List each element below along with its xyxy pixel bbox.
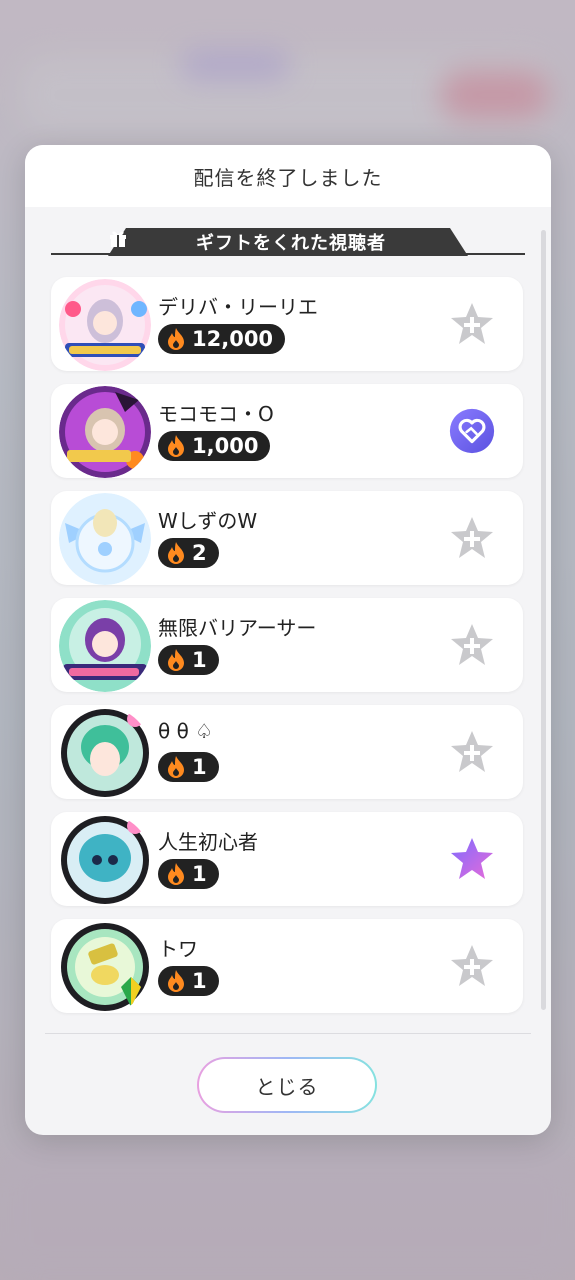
viewer-name: デリバ・リーリエ: [158, 295, 318, 319]
viewer-row[interactable]: トワ 1: [51, 919, 523, 1013]
viewer-row[interactable]: デリバ・リーリエ 12,000: [51, 277, 523, 371]
gift-viewer-list: デリバ・リーリエ 12,000 モコモコ・O 1,000 WしずのW 2 無限バ…: [51, 277, 523, 1026]
gift-count: 1: [192, 969, 207, 993]
green-hair-avatar-icon[interactable]: [59, 707, 151, 799]
add-favorite-icon[interactable]: [449, 622, 495, 668]
gift-count-badge: 1,000: [158, 431, 271, 461]
favorited-star-icon[interactable]: [449, 836, 495, 882]
gift-count-badge: 2: [158, 538, 219, 568]
gift-count: 2: [192, 541, 207, 565]
gift-count-badge: 1: [158, 752, 219, 782]
gift-count: 1: [192, 648, 207, 672]
festival-avatar-icon[interactable]: [59, 600, 151, 692]
dialog-title: 配信を終了しました: [25, 145, 551, 207]
flame-icon: [168, 328, 184, 350]
gift-count: 12,000: [192, 327, 274, 351]
gift-count-badge: 1: [158, 966, 219, 996]
add-favorite-icon[interactable]: [449, 729, 495, 775]
gift-count-badge: 1: [158, 859, 219, 889]
gift-count-badge: 12,000: [158, 324, 286, 354]
close-button[interactable]: とじる: [197, 1057, 377, 1113]
add-favorite-icon[interactable]: [449, 943, 495, 989]
viewer-row[interactable]: 無限バリアーサー 1: [51, 598, 523, 692]
viewer-row[interactable]: θ θ ♤ 1: [51, 705, 523, 799]
add-favorite-icon[interactable]: [449, 515, 495, 561]
flame-icon: [168, 970, 184, 992]
beginner-avatar-icon[interactable]: [59, 921, 151, 1013]
gift-viewers-banner: ギフトをくれた視聴者: [108, 228, 468, 256]
flame-icon: [168, 756, 184, 778]
blue-character-avatar-icon[interactable]: [59, 814, 151, 906]
viewer-row[interactable]: WしずのW 2: [51, 491, 523, 585]
viewer-name: θ θ ♤: [158, 719, 214, 743]
viewer-name: トワ: [158, 937, 198, 961]
anniversary-avatar-icon[interactable]: [59, 279, 151, 371]
banner-underline: [51, 253, 525, 255]
section-title: ギフトをくれた視聴者: [196, 233, 386, 254]
halloween-avatar-icon[interactable]: [59, 386, 151, 478]
stream-ended-dialog: 配信を終了しました ギフトをくれた視聴者 デリバ・リーリエ 12,000 モコモ…: [25, 145, 551, 1135]
partner-heart-icon[interactable]: [449, 408, 495, 454]
viewer-name: WしずのW: [158, 509, 258, 533]
viewer-name: モコモコ・O: [158, 402, 274, 426]
winged-avatar-icon[interactable]: [59, 493, 151, 585]
add-favorite-icon[interactable]: [449, 301, 495, 347]
flame-icon: [168, 435, 184, 457]
footer-divider: [45, 1033, 531, 1034]
viewer-row[interactable]: モコモコ・O 1,000: [51, 384, 523, 478]
flame-icon: [168, 863, 184, 885]
viewer-name: 無限バリアーサー: [158, 616, 317, 640]
gift-count: 1: [192, 755, 207, 779]
viewer-name: 人生初心者: [158, 830, 258, 854]
flame-icon: [168, 542, 184, 564]
gift-count: 1,000: [192, 434, 259, 458]
gift-count-badge: 1: [158, 645, 219, 675]
scrollbar[interactable]: [541, 230, 546, 1010]
flame-icon: [168, 649, 184, 671]
gift-count: 1: [192, 862, 207, 886]
viewer-row[interactable]: 人生初心者 1: [51, 812, 523, 906]
